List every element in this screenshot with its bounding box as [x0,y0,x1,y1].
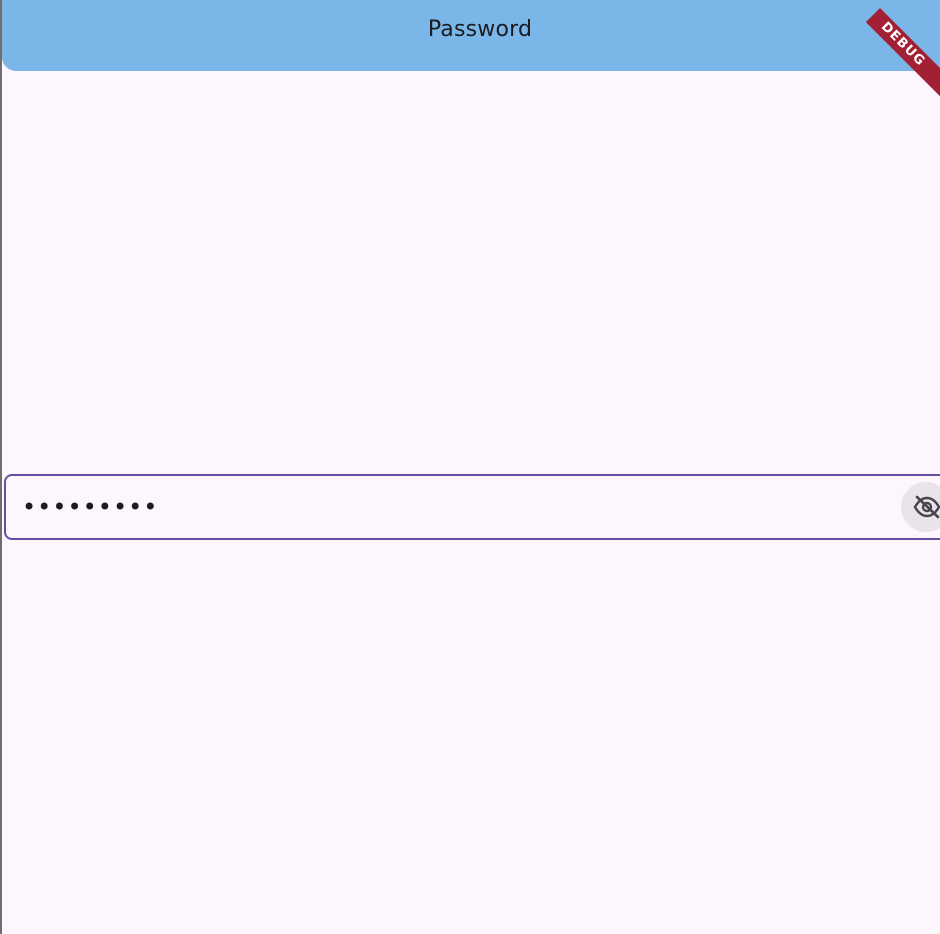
password-field[interactable]: ••••••••• [4,474,940,540]
visibility-off-icon [913,495,940,519]
app-window: Password DEBUG ••••••••• [0,0,940,934]
password-value[interactable]: ••••••••• [22,490,158,524]
toggle-visibility-button[interactable] [901,482,940,532]
app-bar: Password [2,0,940,71]
app-bar-title: Password [427,17,533,42]
